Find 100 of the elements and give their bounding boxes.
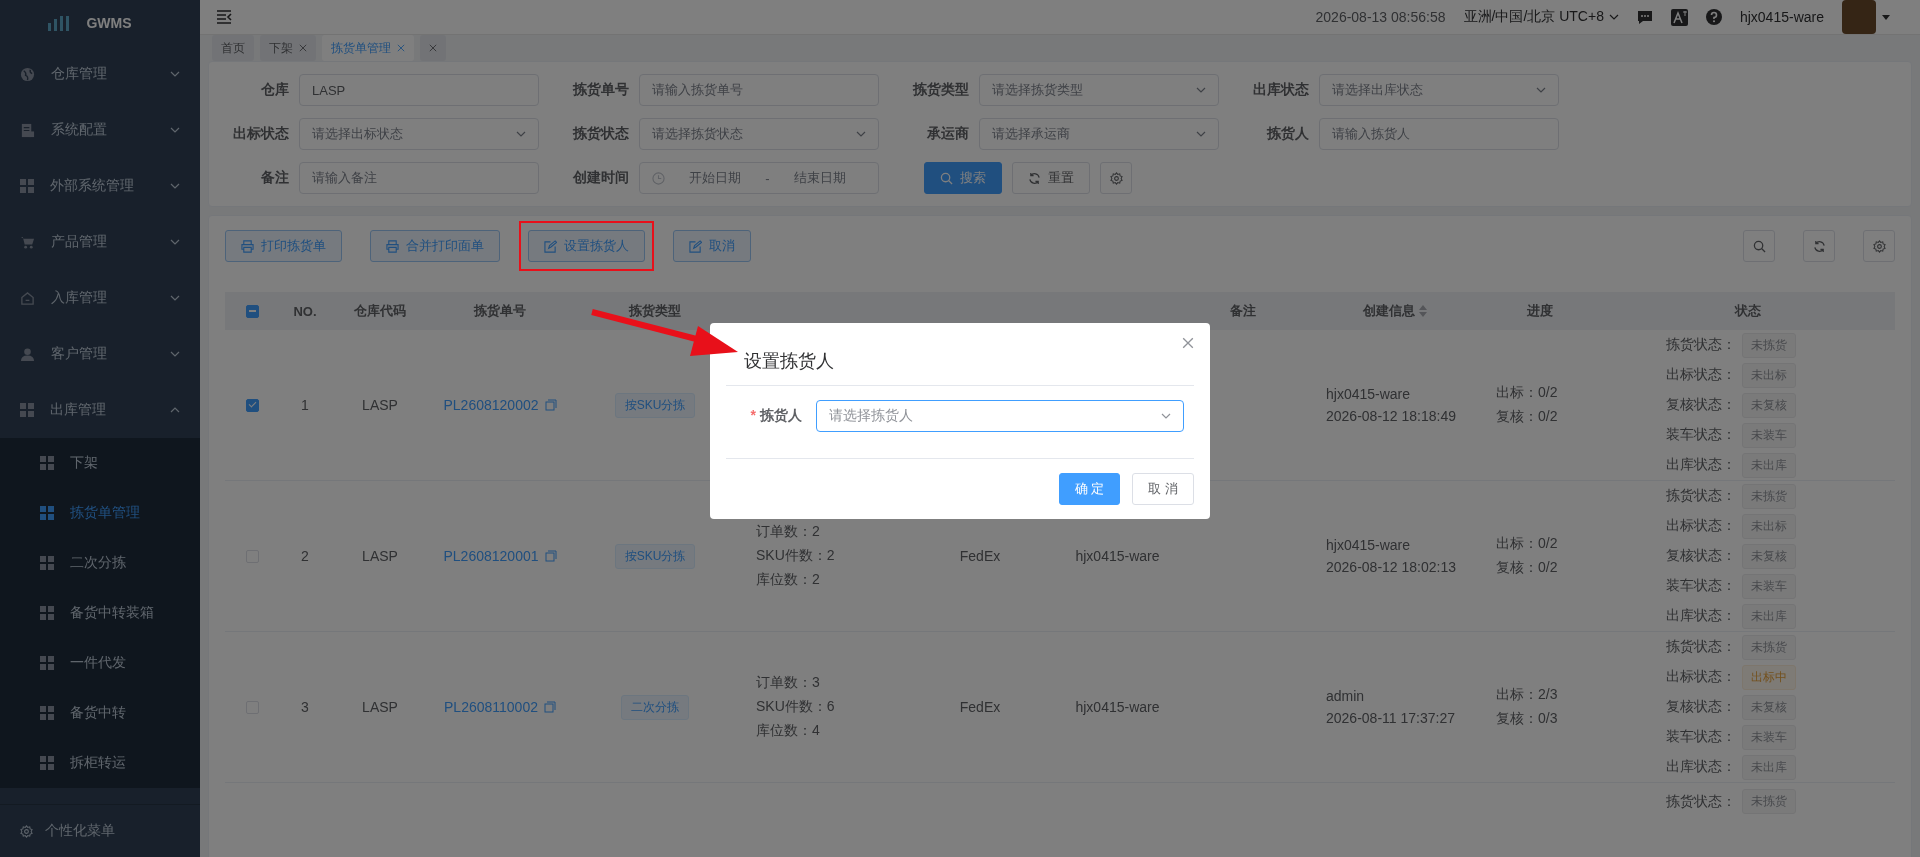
page-tab[interactable]: 首页 — [212, 35, 254, 61]
close-button[interactable] — [1182, 337, 1194, 349]
created-time: 2026-08-12 18:18:49 — [1326, 408, 1456, 424]
chevron-icon — [1536, 87, 1546, 93]
column-header[interactable]: 创建信息 — [1363, 302, 1415, 320]
grid-icon — [40, 506, 54, 520]
table-cell: hjx0415-ware — [1075, 699, 1160, 715]
menu-item[interactable]: 系统配置 — [0, 102, 200, 158]
logo-text: GWMS — [86, 15, 132, 31]
copy-icon[interactable] — [543, 701, 556, 713]
status-label: 出标状态： — [1666, 366, 1736, 384]
settings-button[interactable] — [1100, 162, 1132, 194]
progress-text: 复核：0/3 — [1496, 710, 1558, 728]
text-field[interactable]: 请输入备注 — [299, 162, 539, 194]
sort-icon[interactable] — [1419, 305, 1427, 317]
settings-icon — [1872, 239, 1886, 253]
table-cell: FedEx — [959, 548, 1001, 564]
close-icon[interactable] — [397, 44, 405, 52]
pick-number-link[interactable]: PL2608120002 — [443, 397, 539, 413]
document-icon — [20, 122, 35, 138]
cancel-button[interactable]: 取 消 — [1132, 473, 1194, 505]
timezone-select[interactable]: 亚洲/中国/北京 UTC+8 — [1463, 8, 1619, 26]
search-button[interactable] — [1743, 230, 1775, 262]
menu-item[interactable]: 出库管理 — [0, 382, 200, 438]
select-field[interactable]: 请选择拣货类型 — [979, 74, 1219, 106]
printer-icon — [386, 239, 399, 253]
status-label: 拣货状态： — [1666, 487, 1736, 505]
grid-icon — [40, 706, 54, 720]
submenu-item[interactable]: 一件代发 — [0, 638, 200, 688]
submenu-item[interactable]: 下架 — [0, 438, 200, 488]
menu-item[interactable]: 外部系统管理 — [0, 158, 200, 214]
pick-number-link[interactable]: PL2608120001 — [443, 548, 539, 564]
chevron-icon — [1196, 131, 1206, 137]
date-range-field[interactable]: 开始日期 - 结束日期 — [639, 162, 879, 194]
progress-text: 出标：0/2 — [1496, 535, 1558, 553]
copy-icon[interactable] — [544, 550, 557, 562]
chevron-icon — [170, 295, 180, 301]
creator-text: hjx0415-ware — [1326, 386, 1411, 402]
field-label: 出标状态 — [232, 125, 289, 143]
copy-icon[interactable] — [544, 399, 557, 411]
pick-type-tag: 二次分拣 — [621, 694, 689, 720]
status-label: 复核状态： — [1666, 547, 1736, 565]
select-field[interactable]: 请选择出标状态 — [299, 118, 539, 150]
table-cell: 1 — [301, 397, 309, 413]
chevron-icon — [516, 131, 526, 137]
progress-text: 出标：2/3 — [1496, 686, 1558, 704]
menu-item[interactable]: 客户管理 — [0, 326, 200, 382]
chevron-icon — [856, 131, 866, 137]
chevron-icon — [1161, 413, 1171, 419]
select-field[interactable]: 请选择出库状态 — [1319, 74, 1559, 106]
toolbar-button[interactable]: 合并打印面单 — [370, 230, 500, 262]
confirm-button[interactable]: 确 定 — [1058, 473, 1121, 505]
menu-icon[interactable] — [216, 10, 232, 24]
status-label: 复核状态： — [1666, 698, 1736, 716]
column-header: NO. — [293, 303, 317, 319]
close-icon[interactable] — [299, 44, 307, 52]
menu-item[interactable]: 产品管理 — [0, 214, 200, 270]
text-field[interactable]: 请输入拣货人 — [1319, 118, 1559, 150]
select-field[interactable]: 请选择承运商 — [979, 118, 1219, 150]
status-tag: 出标中 — [1742, 664, 1796, 690]
submenu-item[interactable]: 拣货单管理 — [0, 488, 200, 538]
chevron-icon — [170, 351, 180, 357]
translate-icon[interactable] — [1670, 8, 1688, 26]
pick-number-link[interactable]: PL2608110002 — [444, 699, 538, 715]
page-tab[interactable]: 下架 — [260, 35, 316, 61]
column-header: 状态 — [1734, 302, 1761, 320]
created-time: 2026-08-12 18:02:13 — [1326, 559, 1456, 575]
submenu-item[interactable]: 备货中转装箱 — [0, 588, 200, 638]
toolbar-button[interactable]: 取消 — [673, 230, 751, 262]
grid-icon — [40, 456, 54, 470]
caret-icon[interactable] — [1882, 14, 1890, 20]
table-cell: LASP — [362, 548, 398, 564]
search-button[interactable]: 搜索 — [924, 162, 1002, 194]
menu-item[interactable]: 入库管理 — [0, 270, 200, 326]
field-label: * 拣货人 — [749, 407, 803, 425]
pick-type-tag: 按SKU分拣 — [614, 543, 696, 569]
menu-item[interactable]: 仓库管理 — [0, 46, 200, 102]
settings-button[interactable] — [1863, 230, 1895, 262]
picker-select[interactable]: 请选择拣货人 — [816, 400, 1184, 432]
help-icon[interactable] — [1705, 9, 1722, 25]
field-label: 仓库 — [260, 81, 289, 99]
select-all-checkbox[interactable] — [246, 304, 259, 318]
progress-text: 复核：0/2 — [1496, 559, 1558, 577]
close-icon[interactable] — [429, 44, 437, 52]
status-label: 出库状态： — [1666, 607, 1736, 625]
username[interactable]: hjx0415-ware — [1739, 9, 1824, 25]
text-field[interactable]: LASP — [299, 74, 539, 106]
page-tab[interactable]: 拣货单管理 — [322, 35, 414, 61]
toolbar-button[interactable]: 设置拣货人 — [528, 230, 645, 262]
toolbar-button[interactable]: 打印拣货单 — [225, 230, 342, 262]
select-field[interactable]: 请选择拣货状态 — [639, 118, 879, 150]
created-time: 2026-08-11 17:37:27 — [1326, 710, 1455, 726]
submenu-item[interactable]: 备货中转 — [0, 688, 200, 738]
text-field[interactable]: 请输入拣货单号 — [639, 74, 879, 106]
row-checkbox[interactable] — [246, 398, 259, 412]
submenu-item[interactable]: 拆柜转运 — [0, 738, 200, 788]
printer-icon — [241, 239, 254, 253]
reset-button[interactable]: 重置 — [1012, 162, 1090, 194]
chat-icon[interactable] — [1636, 9, 1653, 25]
refresh-button[interactable] — [1803, 230, 1835, 262]
